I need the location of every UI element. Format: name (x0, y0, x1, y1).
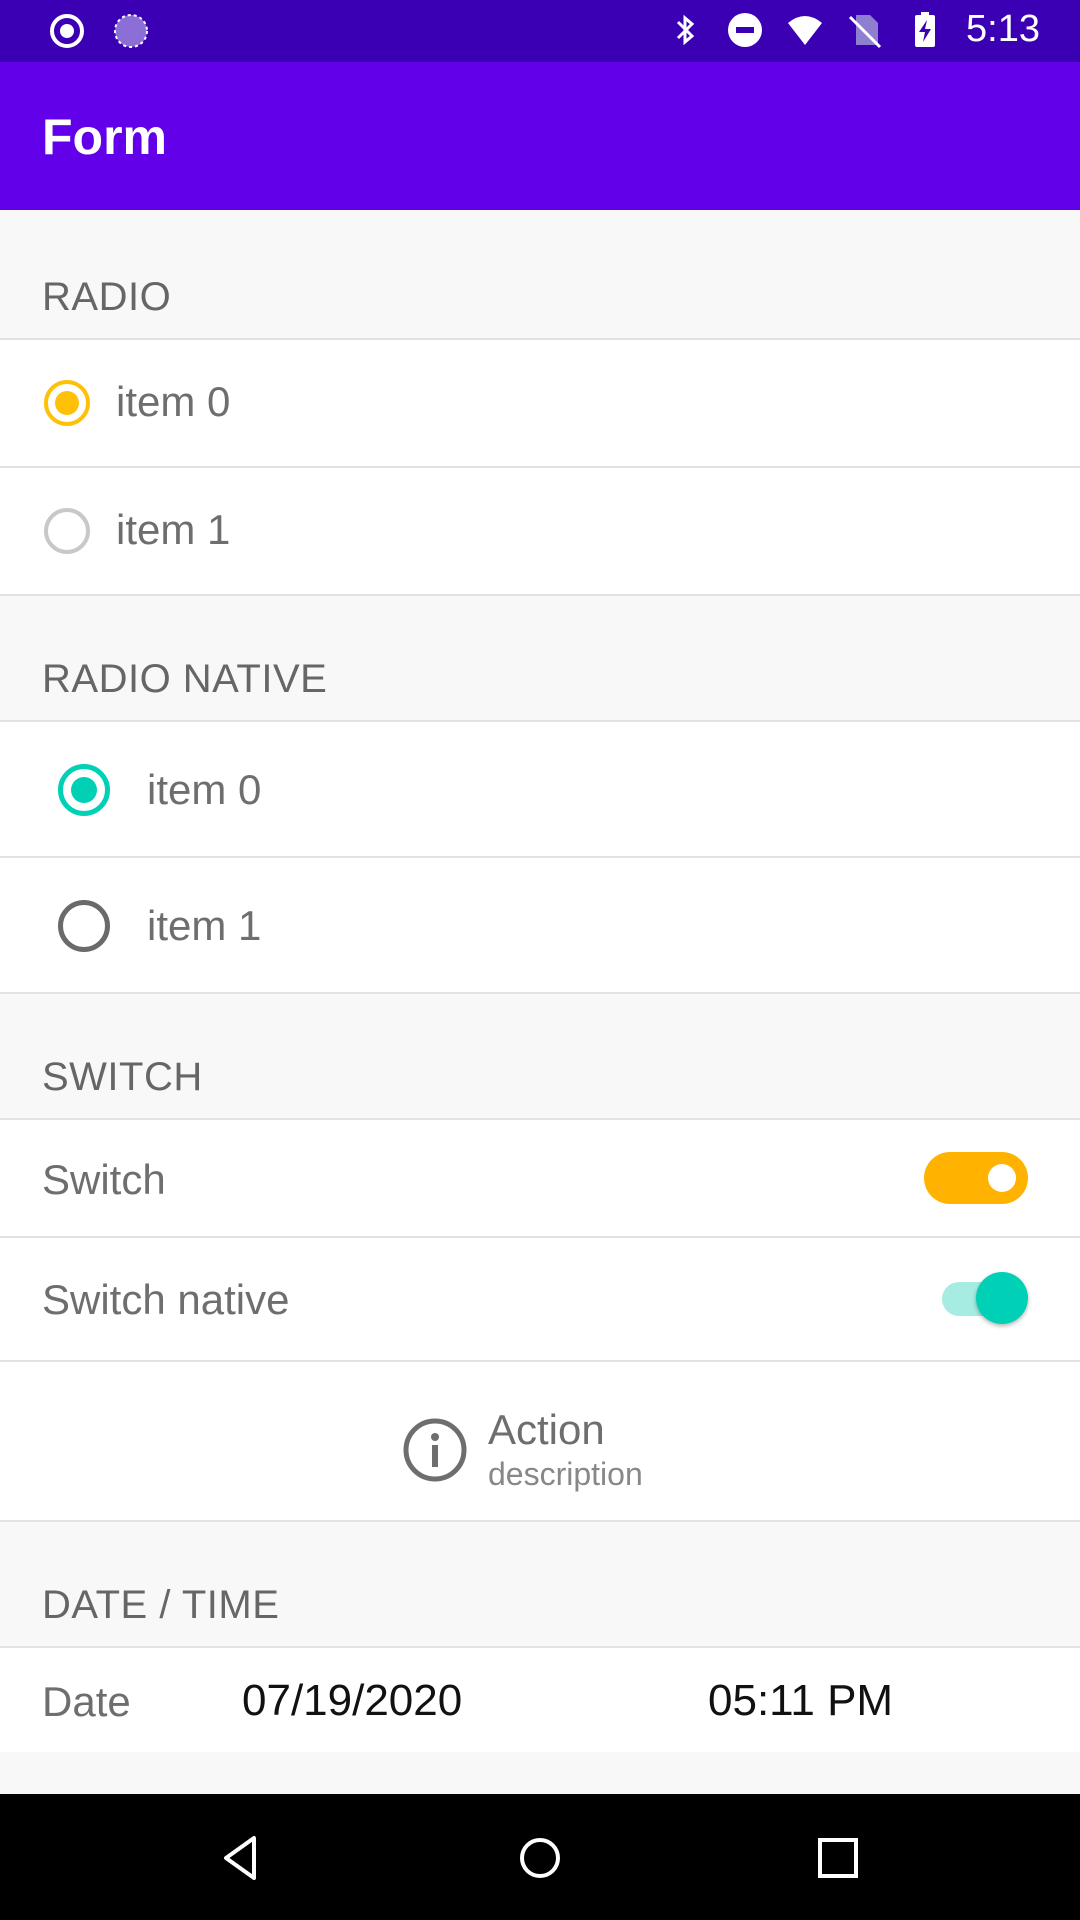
recents-icon[interactable] (810, 1830, 866, 1886)
date-value[interactable]: 07/19/2020 (242, 1676, 462, 1726)
home-icon[interactable] (512, 1830, 568, 1886)
date-label: Date (42, 1678, 131, 1725)
radio-native-item-1[interactable]: item 1 (0, 858, 1080, 994)
section-title-radio: RADIO (42, 275, 172, 319)
page-title: Form (42, 109, 167, 165)
switch-native-thumb (976, 1272, 1028, 1324)
action-button[interactable]: Action description (402, 1406, 643, 1494)
section-header-radio-native: RADIO NATIVE (0, 596, 1080, 722)
section-title-radio-native: RADIO NATIVE (42, 657, 328, 701)
date-row: Date 07/19/2020 05:11 PM (0, 1648, 1080, 1752)
radio-button-unselected[interactable] (44, 508, 90, 554)
status-bar: 5:13 (0, 0, 1080, 62)
switch-native-toggle[interactable] (942, 1272, 1028, 1324)
section-header-switch: SWITCH (0, 994, 1080, 1120)
wifi-icon (788, 15, 823, 45)
section-header-radio: RADIO (0, 210, 1080, 340)
section-header-date-time: DATE / TIME (0, 1522, 1080, 1648)
radio-native-item-label: item 0 (147, 766, 262, 813)
bluetooth-icon (676, 14, 695, 45)
record-icon (50, 14, 84, 48)
action-row[interactable]: Action description (0, 1362, 1080, 1522)
native-radio-button-unselected[interactable] (58, 900, 110, 952)
radio-item-label: item 0 (116, 378, 231, 425)
section-title-date-time: DATE / TIME (42, 1583, 280, 1627)
action-description: description (488, 1456, 643, 1492)
radio-item-1[interactable]: item 1 (0, 468, 1080, 596)
do-not-disturb-icon (728, 12, 763, 47)
time-value[interactable]: 05:11 PM (708, 1676, 893, 1726)
native-radio-button-selected[interactable] (58, 764, 110, 816)
app-bar: Form (0, 62, 1080, 210)
form-content: RADIO item 0 item 1 RADIO NATIVE item 0 … (0, 210, 1080, 1794)
navigation-bar (0, 1794, 1080, 1920)
loading-icon (114, 14, 148, 48)
switch-row[interactable]: Switch (0, 1120, 1080, 1238)
radio-native-item-0[interactable]: item 0 (0, 722, 1080, 858)
switch-native-label: Switch native (42, 1276, 290, 1323)
status-time: 5:13 (966, 8, 1040, 50)
radio-button-selected[interactable] (44, 380, 90, 426)
no-sim-icon (848, 14, 882, 48)
action-title: Action (488, 1406, 605, 1453)
switch-label: Switch (42, 1156, 166, 1203)
back-icon[interactable] (214, 1830, 270, 1886)
section-title-switch: SWITCH (42, 1055, 203, 1099)
radio-native-item-label: item 1 (147, 902, 262, 949)
battery-charging-icon (915, 11, 936, 47)
radio-item-label: item 1 (116, 506, 231, 553)
radio-item-0[interactable]: item 0 (0, 340, 1080, 468)
switch-toggle[interactable] (924, 1152, 1028, 1204)
info-icon (403, 1418, 467, 1482)
switch-native-row[interactable]: Switch native (0, 1238, 1080, 1362)
